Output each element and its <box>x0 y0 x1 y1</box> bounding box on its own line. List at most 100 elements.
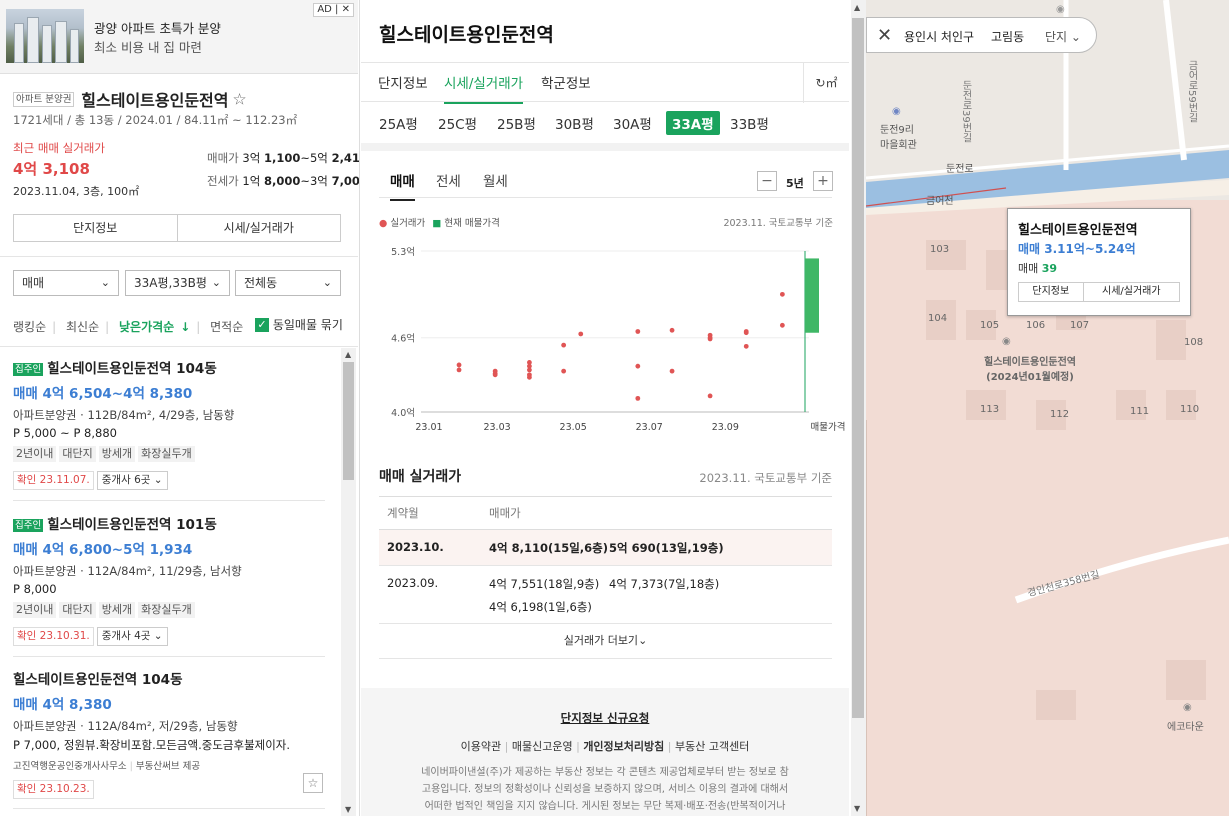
data-point <box>492 372 498 378</box>
close-icon: ✕ <box>341 4 350 15</box>
size-tab[interactable]: 25B평 <box>497 113 536 133</box>
table-row: 2023.10. 4억 8,110(15일,6층) 5억 690(13일,19층… <box>379 530 832 566</box>
zoom-in-button[interactable]: + <box>813 171 833 191</box>
request-link[interactable]: 단지정보 신규요청 <box>361 710 849 726</box>
checkbox-icon: ✓ <box>255 317 269 332</box>
popup-price-button[interactable]: 시세/실거래가 <box>1082 283 1179 301</box>
type-badge: 아파트 분양권 <box>13 91 75 107</box>
complex-name: 힐스테이트용인둔전역 <box>81 91 229 110</box>
size-tab-selected[interactable]: 33A평 <box>666 111 720 135</box>
confirm-date: 확인 23.10.31. <box>13 627 94 646</box>
x-tick-label: 23.03 <box>483 422 510 433</box>
support-link[interactable]: 부동산 고객센터 <box>675 740 749 753</box>
tab-price[interactable]: 시세/실거래가 <box>444 72 524 104</box>
detail-scrollbar[interactable]: ▲ ▼ <box>851 0 866 816</box>
map-region[interactable]: 용인시 처인구 <box>904 28 974 45</box>
x-tick-label: 23.01 <box>415 422 442 433</box>
chart-tab-lease[interactable]: 전세 <box>436 170 461 190</box>
confirm-date: 확인 23.11.07. <box>13 471 94 490</box>
close-icon[interactable]: ✕ <box>877 25 892 46</box>
recent-price: 4억 3,108 <box>13 160 90 178</box>
list-item[interactable]: 힐스테이트용인둔전역 104동 매매 4억 8,380 아파트분양권 · 112… <box>13 668 325 799</box>
zoom-out-button[interactable]: − <box>757 171 777 191</box>
size-tab[interactable]: 30A평 <box>613 113 652 133</box>
map-complex-label[interactable]: 힐스테이트용인둔전역 (2024년01월예정) <box>984 353 1076 383</box>
agent-count-button[interactable]: 중개사 4곳 ⌄ <box>96 627 168 646</box>
transaction-table: 매매 실거래가 2023.11. 국토교통부 기준 계약월 매매가 2023.1… <box>379 466 832 659</box>
size-tab[interactable]: 33B평 <box>730 113 769 133</box>
chart-tab-rent[interactable]: 월세 <box>483 170 508 190</box>
agent-count-button[interactable]: 중개사 6곳 ⌄ <box>96 471 168 490</box>
owner-badge: 집주인 <box>13 519 44 532</box>
data-point <box>561 342 567 348</box>
listing-range-bar <box>805 258 819 333</box>
ad-title[interactable]: 광양 아파트 초특가 분양 <box>94 18 221 37</box>
data-point <box>779 291 785 297</box>
data-point <box>527 374 532 380</box>
table-source: 2023.11. 국토교통부 기준 <box>699 471 832 485</box>
size-tabs: 25A평 25C평 25B평 30B평 30A평 33A평 33B평 <box>361 103 849 143</box>
tab-complex-info[interactable]: 단지정보 <box>378 72 428 92</box>
map-label-hall: 둔전9리 마을회관 <box>880 125 917 151</box>
group-checkbox[interactable]: ✓ 동일매물 묶기 <box>255 316 343 333</box>
dong-select[interactable]: 전체동 ⌄ <box>235 270 341 296</box>
data-point <box>635 363 641 369</box>
data-point <box>669 368 675 374</box>
complex-info-button[interactable]: 단지정보 <box>14 215 177 241</box>
ad-thumbnail <box>6 9 84 63</box>
listing-panel: 광양 아파트 초특가 분양 최소 비용 내 집 마련 AD | ✕ 아파트 분양… <box>0 0 360 816</box>
data-point <box>779 322 785 328</box>
chevron-down-icon: ⌄ <box>322 276 332 289</box>
ad-label[interactable]: AD | ✕ <box>313 3 354 17</box>
sort-area[interactable]: 면적순 <box>210 320 243 334</box>
more-transactions-button[interactable]: 실거래가 더보기⌄ <box>379 632 832 648</box>
map-marker-icon: ◉ <box>1056 4 1065 15</box>
owner-badge: 집주인 <box>13 363 44 376</box>
footer: 단지정보 신규요청 이용약관 | 매물신고운영 | 개인정보처리방침 | 부동산… <box>361 688 849 816</box>
map-dong[interactable]: 고림동 <box>991 28 1024 45</box>
y-tick-label: 4.0억 <box>391 407 415 419</box>
list-item[interactable]: 집주인 힐스테이트용인둔전역 104동 매매 4억 6,504~4억 8,380 … <box>13 357 325 490</box>
size-tab[interactable]: 25A평 <box>379 113 418 133</box>
sort-latest[interactable]: 최신순 <box>66 320 99 334</box>
popup-price: 매매 3.11억~5.24억 <box>1018 242 1136 256</box>
recent-label: 최근 매매 실거래가 <box>13 141 105 155</box>
favorite-star-icon[interactable]: ☆ <box>303 773 323 793</box>
map-marker-icon: ◉ <box>1183 702 1192 713</box>
size-select[interactable]: 33A평,33B평 ⌄ <box>125 270 230 296</box>
unit-toggle-icon[interactable]: ↻㎡ <box>803 63 849 103</box>
complex-marker-icon: ◉ <box>1002 336 1011 347</box>
data-point <box>743 330 749 336</box>
popup-name: 힐스테이트용인둔전역 <box>1018 223 1138 238</box>
y-tick-label: 5.3억 <box>391 246 415 258</box>
favorite-star-icon[interactable]: ☆ <box>232 90 246 109</box>
data-point <box>707 336 713 342</box>
tab-school[interactable]: 학군정보 <box>541 72 591 92</box>
report-link[interactable]: 매물신고운영 <box>512 740 573 753</box>
data-point <box>561 368 567 374</box>
ad-banner[interactable]: 광양 아파트 초특가 분양 최소 비용 내 집 마련 AD | ✕ <box>0 0 358 74</box>
map-label-place: 에코타운 <box>1167 722 1204 733</box>
map[interactable]: 둔전9리 마을회관 ◉ 둔전로 금어천 둔전로39번길 금어로59번길 103 1… <box>866 0 1229 816</box>
list-item[interactable]: 집주인 힐스테이트용인둔전역 101동 매매 4억 6,800~5억 1,934 … <box>13 513 325 646</box>
ad-subtitle[interactable]: 최소 비용 내 집 마련 <box>94 37 202 56</box>
map-complex-popup[interactable]: 힐스테이트용인둔전역 매매 3.11억~5.24억 매매 39 단지정보 시세/… <box>1007 208 1191 316</box>
size-tab[interactable]: 30B평 <box>555 113 594 133</box>
map-complex-select[interactable]: 단지 ⌄ <box>1045 28 1081 45</box>
price-button[interactable]: 시세/실거래가 <box>176 215 341 241</box>
map-marker-icon: ◉ <box>892 106 901 117</box>
popup-info-button[interactable]: 단지정보 <box>1019 283 1083 301</box>
sort-low-price[interactable]: 낮은가격순 ↓ <box>119 320 190 334</box>
footer-links: 이용약관 | 매물신고운영 | 개인정보처리방침 | 부동산 고객센터 <box>460 740 750 753</box>
detail-panel: 힐스테이트용인둔전역 단지정보 시세/실거래가 학군정보 ↻㎡ 25A평 25C… <box>361 0 851 816</box>
size-tab[interactable]: 25C평 <box>438 113 477 133</box>
map-label-road: 둔전로 <box>946 164 974 175</box>
sort-ranking[interactable]: 랭킹순 <box>13 320 46 334</box>
map-search-bar[interactable]: ✕ 용인시 처인구 고림동 단지 ⌄ <box>866 17 1097 53</box>
terms-link[interactable]: 이용약관 <box>461 740 501 753</box>
deal-type-select[interactable]: 매매 ⌄ <box>13 270 119 296</box>
list-scrollbar[interactable]: ▲ ▼ <box>341 348 356 816</box>
chevron-down-icon: ⌄ <box>1070 30 1081 44</box>
privacy-link[interactable]: 개인정보처리방침 <box>583 740 664 753</box>
confirm-date: 확인 23.10.23. <box>13 780 94 799</box>
